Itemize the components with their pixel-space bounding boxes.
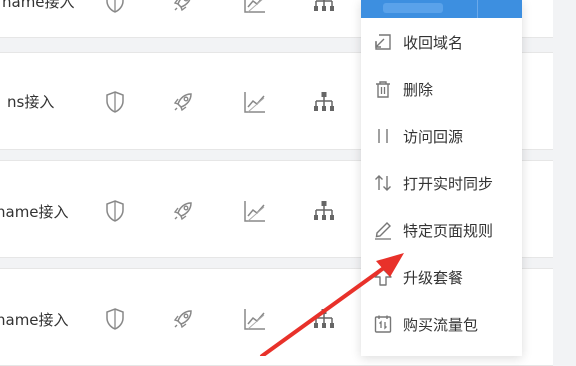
reclaim-icon xyxy=(373,32,393,52)
menu-item-label: 访问回源 xyxy=(403,128,464,146)
rocket-icon[interactable] xyxy=(170,198,196,224)
chart-icon[interactable] xyxy=(242,0,268,15)
access-type-text: name接入 xyxy=(2,0,75,11)
rocket-icon[interactable] xyxy=(170,306,196,332)
origin-icon xyxy=(373,126,393,146)
sitemap-icon[interactable] xyxy=(311,89,337,115)
shield-icon[interactable] xyxy=(102,306,128,332)
menu-item-label: 特定页面规则 xyxy=(403,222,494,240)
sitemap-icon[interactable] xyxy=(311,306,337,332)
access-type-text: name接入 xyxy=(0,203,69,221)
more-actions-dropdown: 收回域名 删除 访问回源 打开实时同步 特定页面规则 升级套餐 购买流量包 xyxy=(361,0,522,356)
menu-item-access-origin[interactable]: 访问回源 xyxy=(361,116,522,156)
menu-item-upgrade-plan[interactable]: 升级套餐 xyxy=(361,257,522,297)
menu-item-label: 购买流量包 xyxy=(403,316,479,334)
sitemap-icon[interactable] xyxy=(311,0,337,15)
menu-item-label: 收回域名 xyxy=(403,34,464,52)
chart-icon[interactable] xyxy=(242,306,268,332)
chart-icon[interactable] xyxy=(242,89,268,115)
menu-item-reclaim-domain[interactable]: 收回域名 xyxy=(361,22,522,62)
sync-icon xyxy=(373,173,393,193)
sitemap-icon[interactable] xyxy=(311,198,337,224)
traffic-pack-icon xyxy=(373,314,393,334)
menu-item-label: 升级套餐 xyxy=(403,269,464,287)
trash-icon xyxy=(373,79,393,99)
shield-icon[interactable] xyxy=(102,198,128,224)
rocket-icon[interactable] xyxy=(170,89,196,115)
more-button-split[interactable] xyxy=(361,0,522,18)
more-button-label-area[interactable] xyxy=(383,3,443,13)
menu-item-realtime-sync[interactable]: 打开实时同步 xyxy=(361,163,522,203)
menu-item-page-rules[interactable]: 特定页面规则 xyxy=(361,210,522,250)
rocket-icon[interactable] xyxy=(170,0,196,15)
dropdown-toggle-divider xyxy=(477,0,478,18)
upgrade-icon xyxy=(373,267,393,287)
menu-item-label: 删除 xyxy=(403,81,434,99)
shield-icon[interactable] xyxy=(102,0,128,15)
chart-icon[interactable] xyxy=(242,198,268,224)
menu-item-label: 打开实时同步 xyxy=(403,175,494,193)
pencil-icon xyxy=(373,220,393,240)
menu-item-delete[interactable]: 删除 xyxy=(361,69,522,109)
shield-icon[interactable] xyxy=(102,89,128,115)
access-type-text: name接入 xyxy=(0,311,69,329)
menu-item-buy-traffic-pack[interactable]: 购买流量包 xyxy=(361,304,522,344)
access-type-text: ns接入 xyxy=(7,93,55,111)
